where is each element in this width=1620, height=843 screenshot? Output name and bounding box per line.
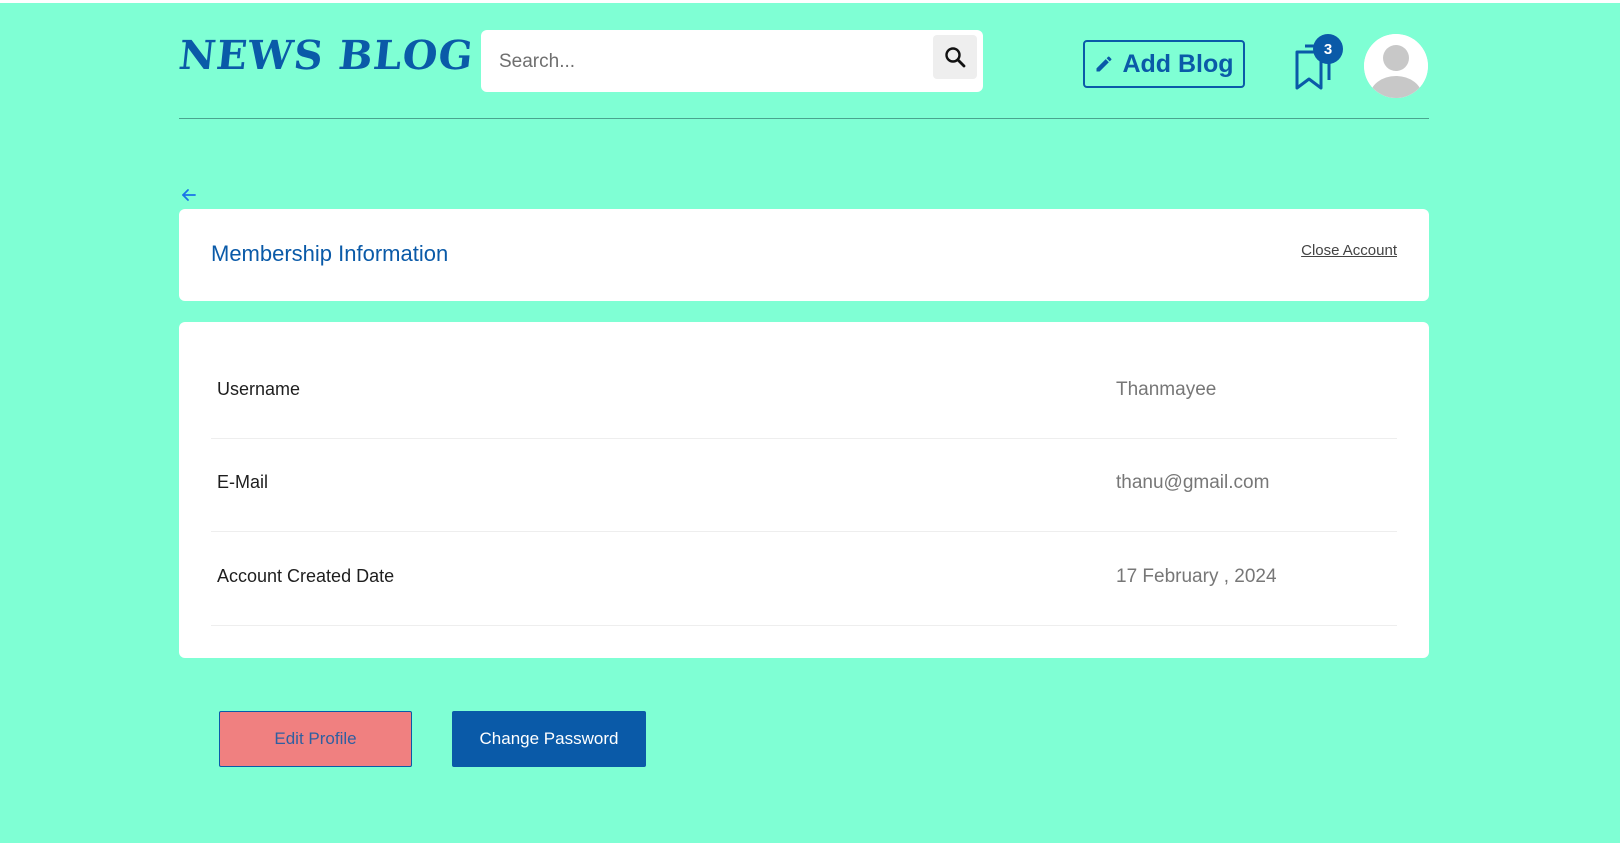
change-password-button[interactable]: Change Password bbox=[452, 711, 646, 767]
user-avatar-icon bbox=[1364, 34, 1428, 98]
info-label: E-Mail bbox=[217, 472, 269, 492]
user-avatar[interactable] bbox=[1364, 34, 1428, 98]
info-label: Username bbox=[217, 379, 301, 399]
search-bar bbox=[481, 30, 983, 92]
info-value: thanu@gmail.com bbox=[1116, 472, 1270, 493]
add-blog-button[interactable]: Add Blog bbox=[1083, 40, 1245, 88]
info-row-email: E-Mail thanu@gmail.com bbox=[211, 438, 1397, 532]
top-header: NEWS BLOG Add Blog 3 bbox=[177, 0, 1429, 119]
edit-profile-button[interactable]: Edit Profile bbox=[219, 711, 412, 767]
info-value: Thanmayee bbox=[1116, 379, 1217, 400]
search-input[interactable] bbox=[497, 44, 931, 80]
back-arrow-icon[interactable] bbox=[180, 186, 198, 204]
bookmark-count-badge: 3 bbox=[1313, 34, 1343, 64]
info-row-username: Username Thanmayee bbox=[211, 345, 1397, 439]
site-logo[interactable]: NEWS BLOG bbox=[177, 32, 477, 79]
close-account-link[interactable]: Close Account bbox=[1301, 242, 1397, 259]
search-icon bbox=[945, 47, 966, 68]
info-row-created-date: Account Created Date 17 February , 2024 bbox=[211, 532, 1397, 626]
add-blog-label: Add Blog bbox=[1122, 49, 1234, 78]
search-button[interactable] bbox=[933, 35, 977, 79]
membership-title: Membership Information bbox=[211, 241, 449, 266]
pencil-icon bbox=[1096, 56, 1112, 72]
info-value: 17 February , 2024 bbox=[1116, 566, 1277, 587]
info-label: Account Created Date bbox=[217, 566, 395, 586]
membership-header-card: Membership Information Close Account bbox=[179, 209, 1429, 301]
membership-details-card: Username Thanmayee E-Mail thanu@gmail.co… bbox=[179, 322, 1429, 658]
